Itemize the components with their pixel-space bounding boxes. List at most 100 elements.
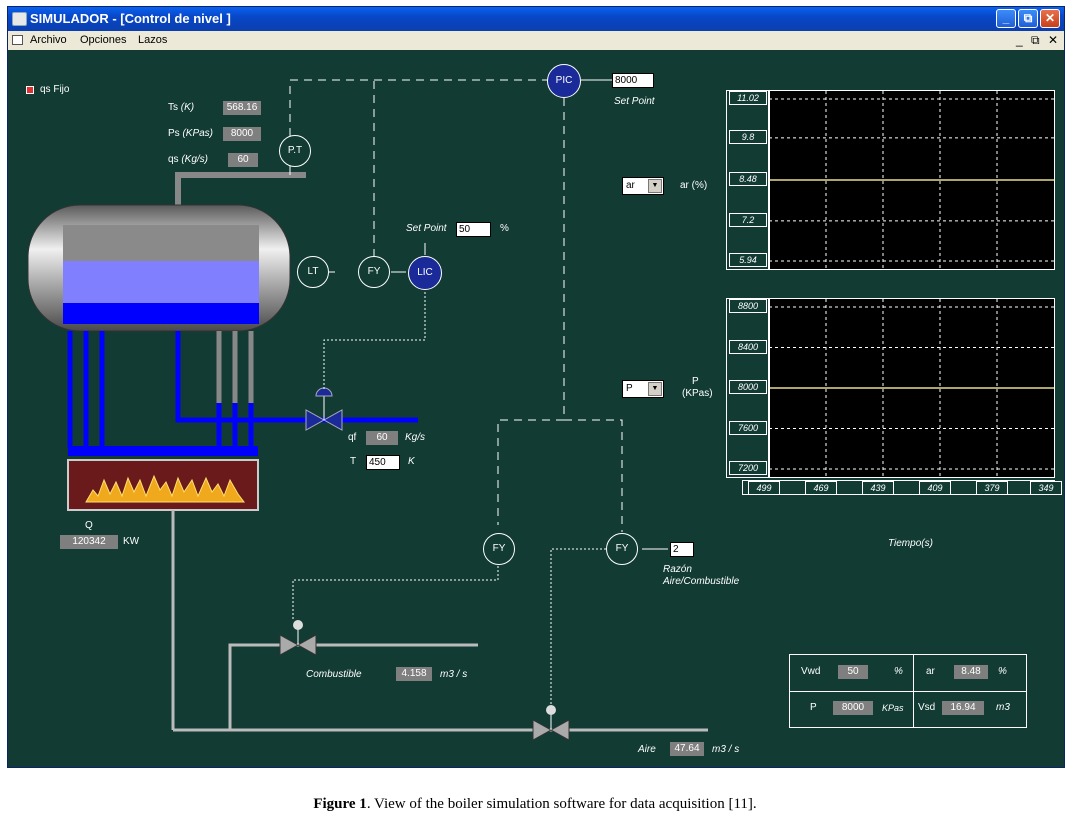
qf-label: qf	[348, 432, 357, 443]
bottom-chart-xtick-4: 379	[976, 481, 1008, 495]
t-input[interactable]: 450	[366, 455, 400, 470]
bottom-chart-xtick-1: 469	[805, 481, 837, 495]
bottom-chart-ytick-2: 8000	[729, 380, 767, 394]
ratio-input[interactable]: 2	[670, 542, 694, 557]
vwd-unit: %	[894, 666, 903, 677]
bottom-chart-ytick-0: 8800	[729, 299, 767, 313]
chevron-down-icon[interactable]: ▼	[648, 179, 662, 193]
title-bar[interactable]: SIMULADOR - [Control de nivel ] _ ⧉ ✕	[8, 7, 1064, 31]
signal-lines	[289, 79, 668, 550]
ar-value: 8.48	[954, 665, 988, 679]
ratio-label: Razón	[663, 564, 692, 575]
drum-bottom-water	[63, 303, 259, 324]
qf-value: 60	[366, 431, 398, 445]
close-button[interactable]: ✕	[1040, 9, 1060, 28]
document-icon[interactable]	[12, 35, 23, 45]
mdi-close-button[interactable]: ✕	[1048, 33, 1058, 47]
maximize-button[interactable]: ⧉	[1018, 9, 1038, 28]
vsd-value: 16.94	[942, 701, 984, 715]
mdi-restore-button[interactable]: ⧉	[1031, 33, 1040, 48]
mdi-minimize-button[interactable]: _	[1016, 33, 1023, 47]
ratio-sublabel: Aire/Combustible	[663, 576, 740, 587]
top-chart-plot	[768, 90, 1055, 270]
level-controller[interactable]: LIC	[408, 256, 442, 290]
bottom-chart-xtick-5: 349	[1030, 481, 1062, 495]
level-transmitter[interactable]: LT	[297, 256, 329, 288]
ar-unit: %	[998, 666, 1007, 677]
vwd-value: 50	[838, 665, 868, 679]
air-value: 47.64	[670, 742, 704, 756]
flow-relay-air[interactable]: FY	[606, 533, 638, 565]
pressure-transmitter[interactable]: P.T	[279, 135, 311, 167]
pressure-setpoint-input[interactable]: 8000	[612, 73, 654, 88]
fuel-pipe	[228, 643, 478, 730]
top-chart-ytick-1: 9.8	[729, 129, 767, 144]
top-chart-ytick-0: 11.02	[729, 91, 767, 105]
chevron-down-icon[interactable]: ▼	[648, 382, 662, 396]
figure-caption: Figure 1. View of the boiler simulation …	[313, 796, 757, 812]
top-chart-ytick-4: 5.94	[729, 253, 767, 267]
bottom-chart-variable-select[interactable]: P ▼	[622, 380, 664, 398]
valve-signal-lines	[292, 288, 606, 705]
menu-lazos[interactable]: Lazos	[138, 34, 167, 46]
t-unit: K	[408, 456, 415, 467]
air-valve[interactable]	[532, 705, 570, 741]
flow-relay-fuel[interactable]: FY	[483, 533, 515, 565]
q-unit: KW	[123, 536, 140, 547]
bottom-chart-xtick-0: 499	[748, 481, 780, 495]
level-setpoint-unit: %	[500, 223, 509, 234]
ps-label: Ps (KPas)	[168, 128, 214, 139]
menu-opciones[interactable]: Opciones	[80, 34, 126, 46]
level-setpoint-input[interactable]: 50	[456, 222, 491, 237]
bottom-chart-ylabel: P	[692, 376, 699, 387]
p-value: 8000	[833, 701, 873, 715]
vwd-label: Vwd	[801, 666, 821, 677]
menu-archivo[interactable]: Archivo	[30, 34, 67, 46]
drum-steam-zone	[63, 225, 259, 261]
bottom-chart-xtick-3: 409	[919, 481, 951, 495]
ar-label: ar	[926, 666, 935, 677]
pressure-controller[interactable]: PIC	[547, 64, 581, 98]
bottom-chart-ytick-3: 7600	[729, 420, 767, 435]
qs-label: qs (Kg/s)	[168, 154, 209, 165]
top-chart-variable-select[interactable]: ar ▼	[622, 177, 664, 195]
vsd-unit: m3	[996, 702, 1010, 713]
downcomer-pipes	[67, 331, 254, 448]
q-label: Q	[85, 520, 93, 531]
air-label: Aire	[638, 744, 656, 755]
x-axis-label: Tiempo(s)	[888, 538, 933, 549]
qf-unit: Kg/s	[405, 432, 426, 443]
fuel-label: Combustible	[306, 669, 362, 680]
p-label: P	[810, 702, 817, 713]
drum-water-zone	[63, 261, 259, 303]
feedwater-valve[interactable]	[305, 387, 343, 431]
ts-value: 568.16	[223, 101, 261, 115]
minimize-button[interactable]: _	[996, 9, 1016, 28]
top-chart-ylabel: ar (%)	[680, 180, 708, 191]
t-label: T	[350, 456, 357, 467]
summary-table: Vwd 50 % ar 8.48 % P 8000 KPas Vsd 16.94…	[789, 654, 1027, 728]
bottom-chart-ytick-1: 8400	[729, 339, 767, 354]
riser-pipes	[216, 331, 254, 403]
menu-bar: Archivo Opciones Lazos _ ⧉ ✕	[8, 31, 1064, 50]
top-chart-ytick-2: 8.48	[729, 172, 767, 186]
flow-relay-level[interactable]: FY	[358, 256, 390, 288]
simulator-window: SIMULADOR - [Control de nivel ] _ ⧉ ✕ Ar…	[7, 6, 1065, 768]
qs-fijo-checkbox[interactable]	[26, 86, 34, 94]
header-pipe	[68, 446, 258, 456]
app-icon	[12, 12, 27, 26]
qs-value: 60	[228, 153, 258, 167]
p-unit: KPas	[882, 703, 904, 713]
fuel-valve[interactable]	[279, 620, 317, 656]
ts-label: Ts (K)	[168, 102, 195, 113]
level-setpoint-label: Set Point	[406, 223, 447, 234]
qs-fijo-label: qs Fijo	[40, 84, 70, 95]
ps-value: 8000	[223, 127, 261, 141]
bottom-chart-ylabel-unit: (KPas)	[682, 388, 713, 399]
steam-pipe	[175, 172, 306, 205]
window-title: SIMULADOR - [Control de nivel ]	[30, 11, 231, 26]
fuel-unit: m3 / s	[440, 669, 468, 680]
vsd-label: Vsd	[918, 702, 936, 713]
bottom-chart-ytick-4: 7200	[729, 461, 767, 475]
top-chart-ytick-3: 7.2	[729, 212, 767, 227]
